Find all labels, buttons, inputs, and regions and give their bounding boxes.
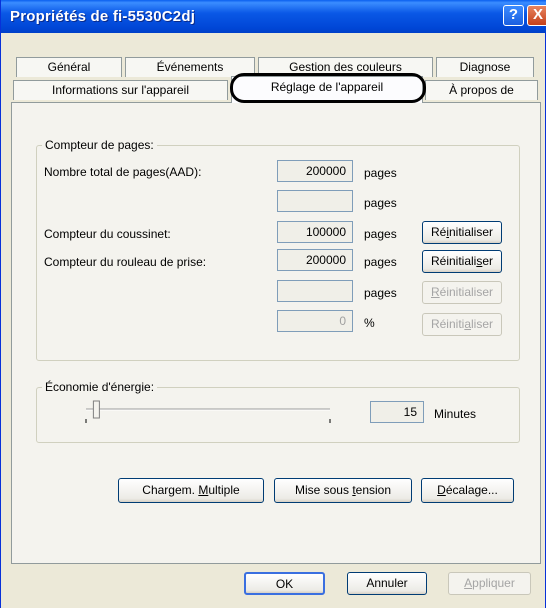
- properties-dialog: Propriétés de fi-5530C2dj ? X Général Év…: [0, 0, 546, 608]
- unit-label: pages: [364, 196, 397, 210]
- device-settings-panel: Compteur de pages: Nombre total de pages…: [11, 102, 541, 564]
- pick-roller-counter-field: 200000: [277, 249, 353, 271]
- energy-minutes-field[interactable]: 15: [370, 401, 424, 423]
- reset-disabled-button[interactable]: Réinitialiser: [422, 313, 502, 336]
- minutes-unit-label: Minutes: [434, 407, 477, 421]
- empty-counter-field: [277, 280, 353, 302]
- reset-pad-button[interactable]: Réinitialiser: [422, 221, 502, 244]
- pad-counter-field: 100000: [277, 221, 353, 243]
- tab-diagnose[interactable]: Diagnose: [436, 57, 534, 77]
- reset-disabled-button[interactable]: Réinitialiser: [422, 281, 502, 304]
- unit-label: pages: [364, 255, 397, 269]
- multi-feed-button[interactable]: Chargem. Multiple: [118, 478, 264, 503]
- tab-general[interactable]: Général: [16, 57, 122, 77]
- unit-label: pages: [364, 227, 397, 241]
- page-counter-legend: Compteur de pages:: [42, 138, 157, 152]
- percent-unit-label: %: [364, 316, 375, 330]
- apply-button[interactable]: Appliquer: [448, 572, 531, 595]
- help-icon[interactable]: ?: [503, 5, 524, 26]
- total-pages-label: Nombre total de pages(AAD):: [44, 165, 202, 179]
- window-title: Propriétés de fi-5530C2dj: [10, 8, 196, 25]
- tab-about[interactable]: À propos de: [425, 80, 538, 100]
- title-bar[interactable]: Propriétés de fi-5530C2dj ? X: [1, 0, 546, 33]
- tab-device-info[interactable]: Informations sur l'appareil: [13, 80, 228, 100]
- cancel-button[interactable]: Annuler: [347, 572, 427, 595]
- pad-counter-label: Compteur du coussinet:: [44, 227, 171, 241]
- tab-color-management[interactable]: Gestion des couleurs: [258, 57, 433, 77]
- empty-counter-field: [277, 190, 353, 212]
- energy-slider[interactable]: [82, 399, 342, 429]
- percent-field: 0: [277, 310, 353, 332]
- power-on-button[interactable]: Mise sous tension: [274, 478, 412, 503]
- offset-button[interactable]: Décalage...: [421, 478, 514, 503]
- tab-events[interactable]: Événements: [125, 57, 255, 77]
- tab-device-settings[interactable]: Réglage de l'appareil: [231, 76, 423, 103]
- pick-roller-counter-label: Compteur du rouleau de prise:: [44, 255, 207, 269]
- unit-label: pages: [364, 166, 397, 180]
- close-icon[interactable]: X: [527, 5, 546, 26]
- energy-saving-legend: Économie d'énergie:: [42, 380, 158, 394]
- unit-label: pages: [364, 286, 397, 300]
- total-pages-field: 200000: [277, 160, 353, 182]
- reset-pick-roller-button[interactable]: Réinitialiser: [422, 250, 502, 273]
- ok-button[interactable]: OK: [244, 572, 325, 595]
- slider-thumb[interactable]: [92, 400, 100, 419]
